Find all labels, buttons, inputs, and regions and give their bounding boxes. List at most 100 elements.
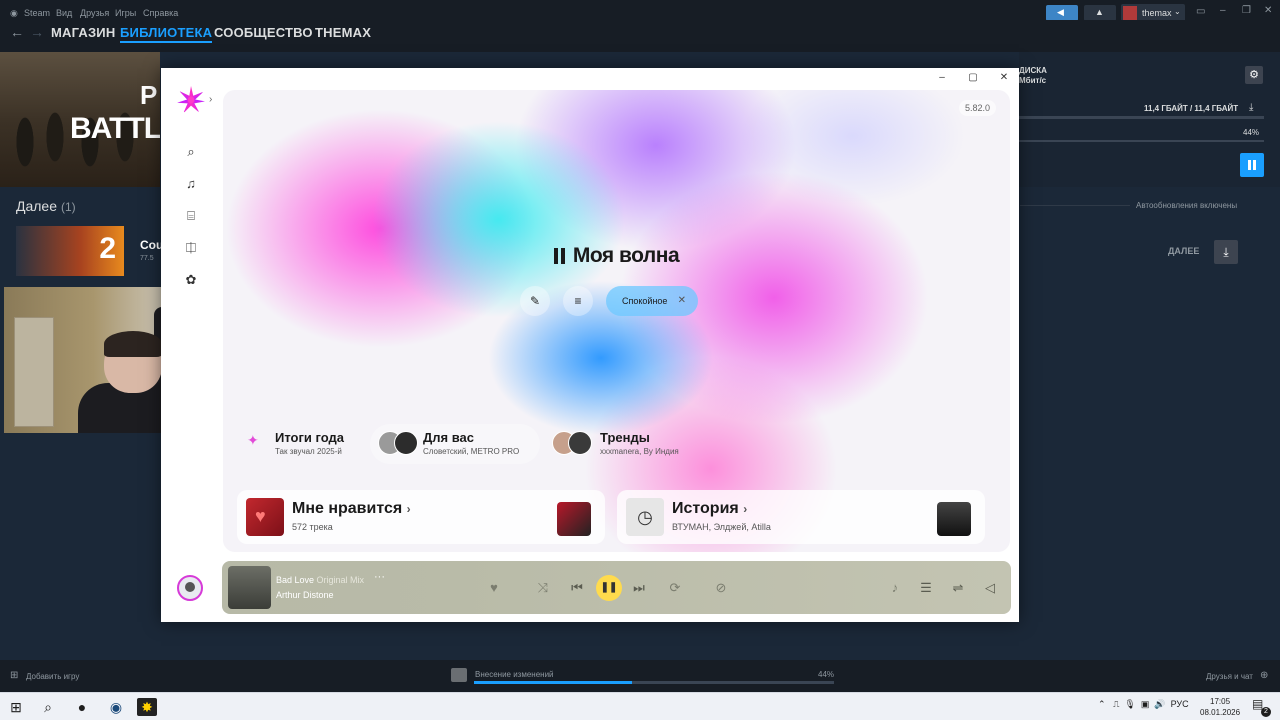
queue-count: (1) bbox=[61, 200, 76, 214]
liked-tracks-card[interactable]: ♥ Мне нравится › 572 трека bbox=[237, 490, 605, 544]
heart-cover-icon: ♥ bbox=[246, 498, 284, 536]
filter-icon[interactable]: ≡ bbox=[563, 286, 593, 316]
ym-maximize-icon[interactable]: ▢ bbox=[963, 72, 983, 83]
user-avatar[interactable] bbox=[177, 575, 203, 601]
player-track-cover[interactable] bbox=[228, 566, 271, 609]
queue-game-size: 77.5 bbox=[140, 255, 154, 262]
ym-close-icon[interactable]: ✕ bbox=[994, 72, 1014, 83]
remove-mood-icon[interactable]: ✕ bbox=[678, 286, 686, 316]
download-icon: ⤓ bbox=[1223, 245, 1229, 259]
menu-steam[interactable]: Steam bbox=[24, 8, 50, 18]
equalizer-icon[interactable]: ⇌ bbox=[949, 579, 967, 597]
play-pause-button[interactable]: ❚❚ bbox=[596, 575, 622, 601]
steam-taskbar-icon[interactable]: ◉ bbox=[106, 698, 126, 716]
download-status[interactable]: Внесение изменений bbox=[475, 670, 554, 679]
shelf-for-you[interactable]: Для вас Словетский, METRO PRO bbox=[370, 424, 540, 464]
volume-icon[interactable]: ◁ bbox=[981, 579, 999, 597]
obs-icon[interactable]: ● bbox=[72, 698, 92, 716]
download-size: 11,4 ГБАЙТ / 11,4 ГБАЙТ bbox=[1144, 104, 1239, 113]
queue-next-label: ДАЛЕЕ bbox=[1168, 246, 1200, 256]
menu-view[interactable]: Вид bbox=[56, 8, 72, 18]
language-indicator[interactable]: РУС bbox=[1171, 699, 1189, 709]
pause-download-button[interactable] bbox=[1240, 153, 1264, 177]
nav-store[interactable]: МАГАЗИН bbox=[51, 25, 115, 40]
chevron-up-icon[interactable]: ⌃ bbox=[1098, 699, 1106, 709]
yandex-music-taskbar-icon[interactable]: ✸ bbox=[137, 698, 157, 716]
track-cover bbox=[937, 502, 971, 536]
nav-community[interactable]: СООБЩЕСТВО bbox=[214, 25, 313, 40]
queue-game-title[interactable]: Cou bbox=[140, 238, 163, 252]
track-title[interactable]: Bad Love Original Mix bbox=[276, 575, 364, 585]
queue-heading: Далее (1) bbox=[16, 198, 76, 214]
menu-help[interactable]: Справка bbox=[143, 8, 178, 18]
yandex-music-logo-icon[interactable] bbox=[177, 86, 205, 114]
game-hero-banner[interactable]: P BATTLEF bbox=[0, 52, 160, 187]
footer-progress-fill bbox=[474, 681, 632, 684]
speaker-icon[interactable]: 🔊 bbox=[1154, 699, 1165, 709]
announce-button[interactable]: ◀ bbox=[1046, 5, 1078, 21]
menu-games[interactable]: Игры bbox=[115, 8, 136, 18]
camera-icon[interactable]: ▣ bbox=[1141, 699, 1150, 709]
shelf-trends[interactable]: Тренды xxxmanera, By Индия bbox=[548, 424, 708, 464]
game-icon bbox=[451, 668, 467, 682]
queue-game-thumbnail[interactable]: 2 bbox=[16, 226, 124, 276]
mic-icon[interactable]: 🎙 bbox=[1124, 699, 1135, 709]
nav-profile[interactable]: THEMAX bbox=[315, 25, 371, 40]
mood-label: Спокойное bbox=[622, 296, 668, 306]
add-game-button[interactable]: Добавить игру bbox=[26, 672, 79, 681]
chevron-right-icon: › bbox=[743, 502, 748, 516]
pause-icon bbox=[553, 248, 558, 264]
card-title: История › bbox=[672, 500, 748, 517]
clock[interactable]: 17:05 08.01.2026 bbox=[1200, 696, 1240, 718]
menu-friends[interactable]: Друзья bbox=[80, 8, 109, 18]
search-icon[interactable]: ⌕ bbox=[38, 698, 58, 716]
my-wave-play-button[interactable]: Моя волна bbox=[223, 244, 1010, 268]
bell-icon: ▲ bbox=[1095, 7, 1104, 17]
dislike-icon[interactable]: ⊘ bbox=[712, 579, 730, 597]
kids-icon[interactable]: ✿ bbox=[181, 270, 201, 290]
chat-icon[interactable]: ⊕ bbox=[1260, 670, 1268, 681]
restore-icon[interactable]: ❐ bbox=[1242, 5, 1251, 16]
shelf-title: Итоги года bbox=[275, 430, 344, 445]
track-artist[interactable]: Arthur Distone bbox=[276, 590, 334, 600]
music-note-icon[interactable]: ♫ bbox=[181, 174, 201, 194]
queue-list-icon[interactable]: ☰ bbox=[917, 579, 935, 597]
next-track-icon[interactable]: ⏭ bbox=[630, 579, 648, 597]
bigpicture-icon[interactable]: ▭ bbox=[1196, 6, 1205, 17]
sidebar-expand-icon[interactable]: › bbox=[209, 94, 212, 105]
more-dots-icon[interactable]: ··· bbox=[374, 571, 385, 583]
notifications-button[interactable]: ▲ bbox=[1084, 5, 1116, 21]
megaphone-icon: ◀ bbox=[1057, 7, 1064, 17]
books-icon[interactable]: ⎅ bbox=[181, 238, 201, 258]
mood-chip[interactable]: Спокойное ✕ bbox=[606, 286, 698, 316]
like-heart-icon[interactable]: ♥ bbox=[485, 579, 503, 597]
close-icon[interactable]: ✕ bbox=[1264, 5, 1272, 16]
card-title: Мне нравится › bbox=[292, 500, 411, 517]
windows-start-icon[interactable]: ⊞ bbox=[6, 698, 26, 716]
queue-download-button[interactable]: ⤓ bbox=[1214, 240, 1238, 264]
shelf-year-summary[interactable]: ✦ Итоги года Так звучал 2025-й bbox=[239, 424, 359, 464]
lyrics-icon[interactable]: ♪ bbox=[886, 579, 904, 597]
yandex-music-window: – ▢ ✕ › ⌕ ♫ ⌸ ⎅ ✿ 5.82.0 Моя волна ✎ ≡ С… bbox=[161, 68, 1019, 622]
repeat-icon[interactable]: ⟳ bbox=[666, 579, 684, 597]
player-bar: Bad Love Original Mix Arthur Distone ···… bbox=[222, 561, 1011, 614]
hero-partial-letter: P bbox=[140, 80, 158, 110]
history-card[interactable]: ◷ История › ВТУМАН, Элджей, Atilla bbox=[617, 490, 985, 544]
hero-title: BATTLEF bbox=[70, 112, 160, 145]
back-arrow-icon[interactable]: ← bbox=[10, 24, 24, 40]
minimize-icon[interactable]: – bbox=[1220, 5, 1226, 16]
nav-library[interactable]: БИБЛИОТЕКА bbox=[120, 25, 213, 43]
add-icon: ⊞ bbox=[10, 670, 19, 681]
network-icon[interactable]: ⎍ bbox=[1113, 699, 1119, 709]
friends-chat-button[interactable]: Друзья и чат bbox=[1206, 672, 1253, 681]
collection-icon[interactable]: ⌸ bbox=[181, 206, 201, 226]
pin-icon[interactable]: ✎ bbox=[520, 286, 550, 316]
settings-gear-icon[interactable]: ⚙ bbox=[1245, 66, 1263, 84]
shuffle-icon[interactable]: ⤨ bbox=[534, 579, 552, 597]
forward-arrow-icon[interactable]: → bbox=[30, 24, 44, 40]
track-version: Original Mix bbox=[316, 575, 365, 585]
search-icon[interactable]: ⌕ bbox=[181, 142, 201, 162]
card-subtitle: ВТУМАН, Элджей, Atilla bbox=[672, 522, 771, 532]
previous-track-icon[interactable]: ⏮ bbox=[568, 579, 586, 597]
ym-minimize-icon[interactable]: – bbox=[932, 72, 952, 83]
